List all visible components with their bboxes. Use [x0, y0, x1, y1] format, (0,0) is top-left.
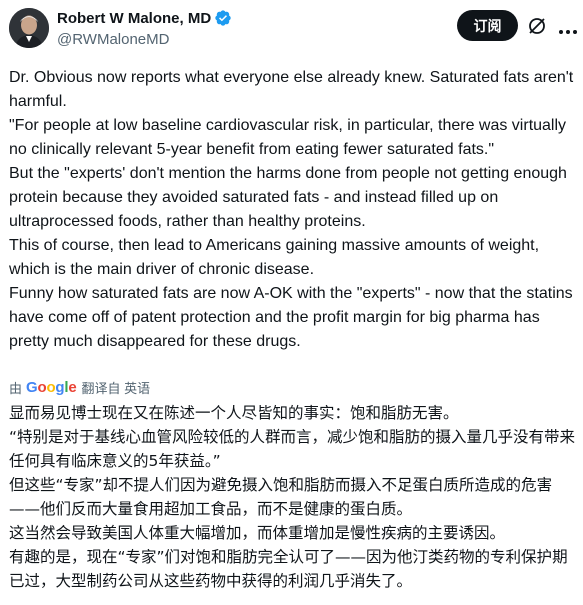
post-line: Funny how saturated fats are now A-OK wi… — [9, 285, 573, 350]
translated-line: 但这些“专家”却不提人们因为避免摄入饱和脂肪而摄入不足蛋白质所造成的危害——他们… — [9, 476, 553, 518]
translated-by-label: 由 — [9, 380, 23, 396]
post-text: Dr. Obvious now reports what everyone el… — [9, 66, 575, 354]
post-line: This of course, then lead to Americans g… — [9, 237, 540, 278]
translated-from-label[interactable]: 翻译自 英语 — [82, 378, 151, 397]
post-line: Dr. Obvious now reports what everyone el… — [9, 69, 574, 110]
translation-attribution: 由 Google 翻译自 英语 — [9, 377, 150, 397]
post-line: "For people at low baseline cardiovascul… — [9, 117, 567, 158]
avatar[interactable] — [9, 8, 49, 48]
translated-line: 这当然会导致美国人体重大幅增加，而体重增加是慢性疾病的主要诱因。 — [9, 524, 506, 542]
translated-line: 有趣的是，现在“专家”们对饱和脂肪完全认可了——因为他汀类药物的专利保护期已过，… — [9, 548, 568, 590]
translated-text: 显而易见博士现在又在陈述一个人尽皆知的事实：饱和脂肪无害。 “特别是对于基线心血… — [9, 401, 579, 593]
subscribe-button[interactable]: 订阅 — [457, 10, 518, 41]
author-name-row: Robert W Malone, MD — [57, 9, 232, 27]
more-options-icon[interactable] — [558, 22, 578, 34]
translated-line: “特别是对于基线心血管风险较低的人群而言，减少饱和脂肪的摄入量几乎没有带来任何具… — [9, 428, 576, 470]
post-header: Robert W Malone, MD @RWMaloneMD 订阅 — [0, 0, 583, 64]
google-logo: Google — [26, 378, 77, 396]
author-name[interactable]: Robert W Malone, MD — [57, 10, 211, 27]
translated-line: 显而易见博士现在又在陈述一个人尽皆知的事实：饱和脂肪无害。 — [9, 404, 459, 422]
author-handle[interactable]: @RWMaloneMD — [57, 31, 169, 48]
verified-badge-icon — [214, 9, 232, 27]
grok-icon[interactable] — [527, 16, 547, 36]
post-line: But the "experts' don't mention the harm… — [9, 165, 567, 230]
